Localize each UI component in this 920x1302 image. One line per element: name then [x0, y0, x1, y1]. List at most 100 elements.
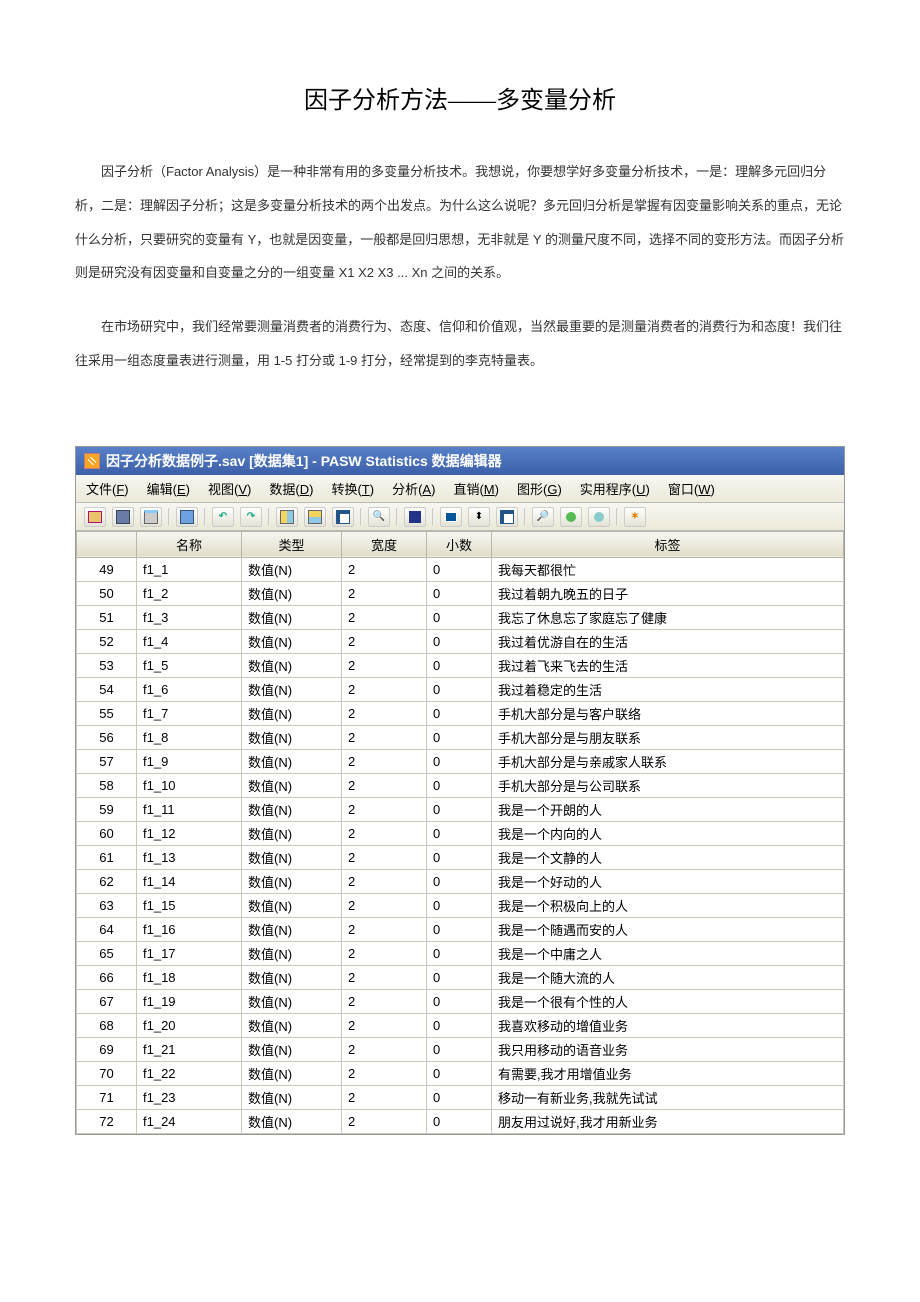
cell-name[interactable]: f1_23 — [137, 1085, 242, 1109]
cell-label[interactable]: 朋友用过说好,我才用新业务 — [492, 1109, 844, 1133]
value-labels-icon[interactable]: 🔎 — [532, 507, 554, 527]
cell-label[interactable]: 我喜欢移动的增值业务 — [492, 1013, 844, 1037]
cell-type[interactable]: 数值(N) — [242, 1013, 342, 1037]
cell-type[interactable]: 数值(N) — [242, 941, 342, 965]
cell-width[interactable]: 2 — [342, 1037, 427, 1061]
cell-width[interactable]: 2 — [342, 605, 427, 629]
cell-type[interactable]: 数值(N) — [242, 773, 342, 797]
col-header-label[interactable]: 标签 — [492, 531, 844, 557]
cell-label[interactable]: 我忘了休息忘了家庭忘了健康 — [492, 605, 844, 629]
menu-g[interactable]: 图形(G) — [517, 479, 562, 498]
cell-decimals[interactable]: 0 — [427, 821, 492, 845]
cell-type[interactable]: 数值(N) — [242, 557, 342, 581]
cell-name[interactable]: f1_5 — [137, 653, 242, 677]
save-icon[interactable] — [112, 507, 134, 527]
cell-width[interactable]: 2 — [342, 893, 427, 917]
insert-case-icon[interactable] — [276, 507, 298, 527]
cell-width[interactable]: 2 — [342, 1013, 427, 1037]
cell-name[interactable]: f1_2 — [137, 581, 242, 605]
menu-d[interactable]: 数据(D) — [269, 479, 313, 498]
cell-width[interactable]: 2 — [342, 749, 427, 773]
row-header[interactable]: 68 — [77, 1013, 137, 1037]
cell-type[interactable]: 数值(N) — [242, 845, 342, 869]
cell-width[interactable]: 2 — [342, 965, 427, 989]
cell-label[interactable]: 手机大部分是与朋友联系 — [492, 725, 844, 749]
cell-width[interactable]: 2 — [342, 1085, 427, 1109]
row-header[interactable]: 67 — [77, 989, 137, 1013]
cell-type[interactable]: 数值(N) — [242, 965, 342, 989]
cell-type[interactable]: 数值(N) — [242, 653, 342, 677]
cell-width[interactable]: 2 — [342, 941, 427, 965]
menu-a[interactable]: 分析(A) — [392, 479, 435, 498]
menu-m[interactable]: 直销(M) — [453, 479, 499, 498]
chart-icon[interactable] — [404, 507, 426, 527]
row-header[interactable]: 72 — [77, 1109, 137, 1133]
menu-v[interactable]: 视图(V) — [208, 479, 251, 498]
cell-width[interactable]: 2 — [342, 845, 427, 869]
show-all-icon[interactable] — [588, 507, 610, 527]
row-header[interactable]: 70 — [77, 1061, 137, 1085]
row-header[interactable]: 57 — [77, 749, 137, 773]
cell-label[interactable]: 我是一个好动的人 — [492, 869, 844, 893]
cell-decimals[interactable]: 0 — [427, 869, 492, 893]
cell-name[interactable]: f1_8 — [137, 725, 242, 749]
cell-decimals[interactable]: 0 — [427, 581, 492, 605]
cell-label[interactable]: 手机大部分是与客户联络 — [492, 701, 844, 725]
split-icon[interactable] — [440, 507, 462, 527]
cell-name[interactable]: f1_12 — [137, 821, 242, 845]
cell-name[interactable]: f1_11 — [137, 797, 242, 821]
cell-width[interactable]: 2 — [342, 1109, 427, 1133]
cell-decimals[interactable]: 0 — [427, 677, 492, 701]
cell-name[interactable]: f1_17 — [137, 941, 242, 965]
cell-width[interactable]: 2 — [342, 869, 427, 893]
cell-label[interactable]: 我是一个随大流的人 — [492, 965, 844, 989]
cell-name[interactable]: f1_9 — [137, 749, 242, 773]
cell-decimals[interactable]: 0 — [427, 749, 492, 773]
cell-decimals[interactable]: 0 — [427, 605, 492, 629]
menu-e[interactable]: 编辑(E) — [147, 479, 190, 498]
cell-type[interactable]: 数值(N) — [242, 797, 342, 821]
cell-label[interactable]: 我过着飞来飞去的生活 — [492, 653, 844, 677]
cell-label[interactable]: 我只用移动的语音业务 — [492, 1037, 844, 1061]
cell-type[interactable]: 数值(N) — [242, 677, 342, 701]
weight-icon[interactable]: ⬍ — [468, 507, 490, 527]
cell-decimals[interactable]: 0 — [427, 773, 492, 797]
cell-type[interactable]: 数值(N) — [242, 725, 342, 749]
cell-name[interactable]: f1_7 — [137, 701, 242, 725]
row-header[interactable]: 52 — [77, 629, 137, 653]
row-header[interactable]: 61 — [77, 845, 137, 869]
cell-decimals[interactable]: 0 — [427, 1037, 492, 1061]
cell-name[interactable]: f1_6 — [137, 677, 242, 701]
cell-width[interactable]: 2 — [342, 629, 427, 653]
menu-t[interactable]: 转换(T) — [331, 479, 374, 498]
cell-name[interactable]: f1_14 — [137, 869, 242, 893]
cell-type[interactable]: 数值(N) — [242, 989, 342, 1013]
row-header[interactable]: 51 — [77, 605, 137, 629]
row-header[interactable]: 53 — [77, 653, 137, 677]
cell-width[interactable]: 2 — [342, 1061, 427, 1085]
cell-decimals[interactable]: 0 — [427, 1109, 492, 1133]
cell-label[interactable]: 我过着朝九晚五的日子 — [492, 581, 844, 605]
select-icon[interactable] — [496, 507, 518, 527]
cell-width[interactable]: 2 — [342, 701, 427, 725]
spell-icon[interactable]: ✶ — [624, 507, 646, 527]
cell-width[interactable]: 2 — [342, 989, 427, 1013]
row-header[interactable]: 66 — [77, 965, 137, 989]
menu-u[interactable]: 实用程序(U) — [580, 479, 650, 498]
cell-decimals[interactable]: 0 — [427, 941, 492, 965]
cell-type[interactable]: 数值(N) — [242, 1085, 342, 1109]
cell-name[interactable]: f1_22 — [137, 1061, 242, 1085]
cell-label[interactable]: 我每天都很忙 — [492, 557, 844, 581]
cell-type[interactable]: 数值(N) — [242, 1037, 342, 1061]
insert-var-icon[interactable] — [304, 507, 326, 527]
cell-decimals[interactable]: 0 — [427, 725, 492, 749]
cell-label[interactable]: 我是一个积极向上的人 — [492, 893, 844, 917]
print-icon[interactable] — [140, 507, 162, 527]
cell-width[interactable]: 2 — [342, 581, 427, 605]
row-header[interactable]: 63 — [77, 893, 137, 917]
cell-decimals[interactable]: 0 — [427, 1061, 492, 1085]
cell-label[interactable]: 我是一个中庸之人 — [492, 941, 844, 965]
cell-type[interactable]: 数值(N) — [242, 1109, 342, 1133]
menu-f[interactable]: 文件(F) — [86, 479, 129, 498]
cell-type[interactable]: 数值(N) — [242, 893, 342, 917]
